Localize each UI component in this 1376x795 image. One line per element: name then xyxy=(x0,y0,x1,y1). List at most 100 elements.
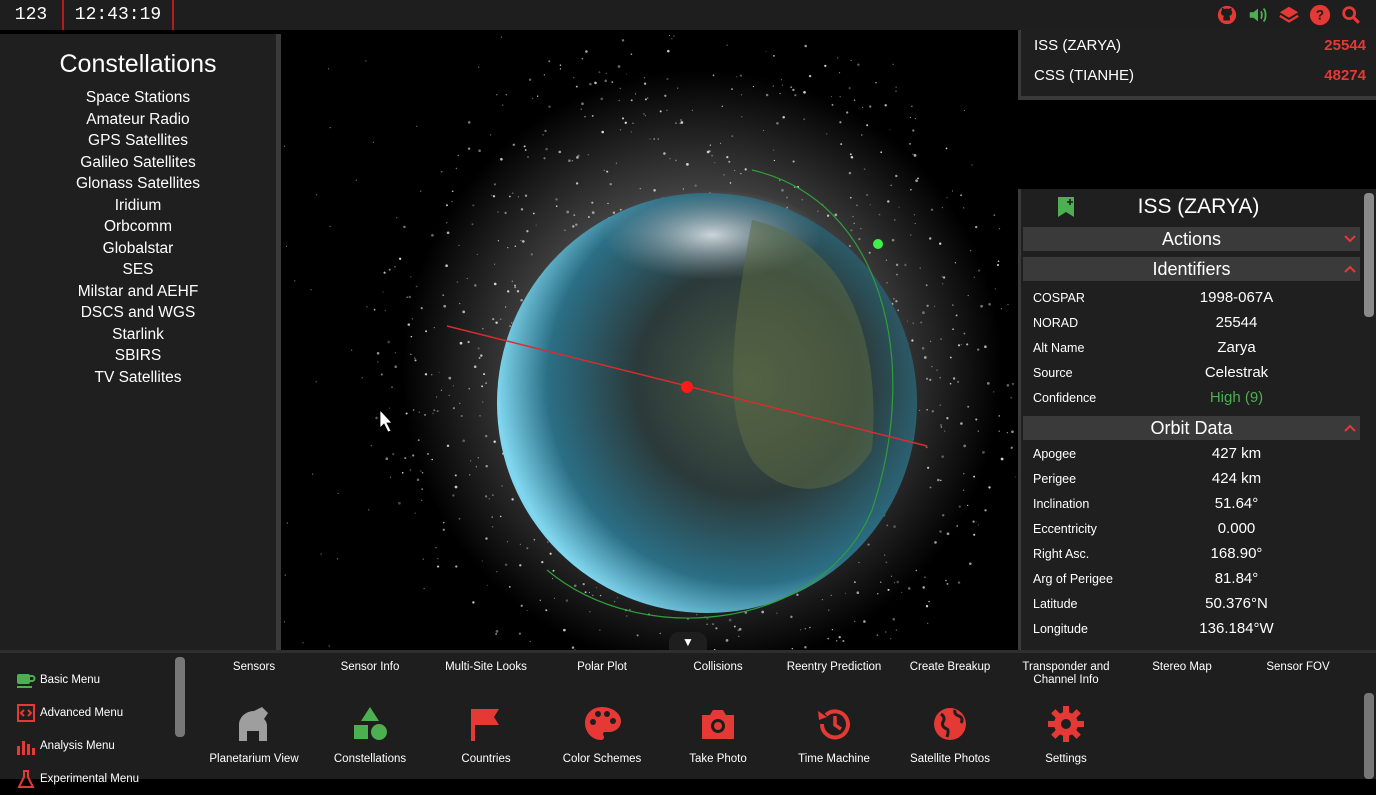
satellite-info-panel: ISS (ZARYA) Actions Identifiers COSPAR19… xyxy=(1018,189,1376,650)
list-item[interactable]: Space Stations xyxy=(0,87,276,109)
menu-tile-label[interactable]: Multi-Site Looks xyxy=(428,661,544,691)
time-machine-button[interactable]: Time Machine xyxy=(776,705,892,765)
planetarium-view-button[interactable]: Planetarium View xyxy=(196,705,312,765)
settings-button[interactable]: Settings xyxy=(1008,705,1124,765)
menu-tile-label[interactable]: Reentry Prediction xyxy=(776,661,892,691)
globe-viewport[interactable] xyxy=(282,30,1018,650)
field-label: Right Asc. xyxy=(1021,547,1153,561)
orbit-row: Apogee427 km xyxy=(1021,441,1360,466)
menu-tile-label[interactable]: Sensor FOV xyxy=(1240,661,1356,691)
list-item[interactable]: Amateur Radio xyxy=(0,109,276,131)
watchlist-row[interactable]: CSS (TIANHE) 48274 xyxy=(1021,60,1376,90)
globe-scene xyxy=(282,30,1018,650)
experimental-menu-item[interactable]: Experimental Menu xyxy=(0,763,186,795)
bottom-menu-toggle[interactable]: ▼ xyxy=(669,632,707,650)
list-item[interactable]: Glonass Satellites xyxy=(0,173,276,195)
list-item[interactable]: Milstar and AEHF xyxy=(0,281,276,303)
tile-label: Satellite Photos xyxy=(910,753,990,765)
confidence-value: High (9) xyxy=(1153,389,1360,406)
watchlist-panel: ISS (ZARYA) 25544 CSS (TIANHE) 48274 xyxy=(1018,30,1376,100)
field-value: 168.90° xyxy=(1153,545,1360,562)
tile-label: Color Schemes xyxy=(563,753,642,765)
identifier-row: Alt NameZarya xyxy=(1021,335,1360,360)
list-item[interactable]: SBIRS xyxy=(0,345,276,367)
constellation-list: Space Stations Amateur Radio GPS Satelli… xyxy=(0,87,276,388)
tile-label: Take Photo xyxy=(689,753,747,765)
field-label: Arg of Perigee xyxy=(1021,572,1153,586)
list-item[interactable]: GPS Satellites xyxy=(0,130,276,152)
list-item[interactable]: Orbcomm xyxy=(0,216,276,238)
iss-marker[interactable] xyxy=(681,381,693,393)
menu-tile-label[interactable]: Polar Plot xyxy=(544,661,660,691)
svg-text:?: ? xyxy=(1316,8,1324,23)
flag-icon xyxy=(467,705,505,743)
field-label: Alt Name xyxy=(1021,341,1153,355)
countries-button[interactable]: Countries xyxy=(428,705,544,765)
orbit-section-header[interactable]: Orbit Data xyxy=(1023,416,1360,440)
menu-tile-label[interactable]: Create Breakup xyxy=(892,661,1008,691)
field-label: NORAD xyxy=(1021,316,1153,330)
chevron-up-icon xyxy=(1344,422,1356,434)
menu-tile-label[interactable]: Transponder and Channel Info xyxy=(1008,661,1124,691)
watchlist-id: 48274 xyxy=(1324,67,1366,84)
search-icon[interactable] xyxy=(1340,4,1362,26)
menu-tile-label[interactable]: Sensors xyxy=(196,661,312,691)
sound-icon[interactable] xyxy=(1247,4,1269,26)
orbit-row: Perigee424 km xyxy=(1021,466,1360,491)
menu-label: Advanced Menu xyxy=(40,707,123,719)
field-label: Perigee xyxy=(1021,472,1153,486)
identifiers-section-header[interactable]: Identifiers xyxy=(1023,257,1360,281)
top-icon-bar: ? xyxy=(1216,4,1362,26)
list-item[interactable]: TV Satellites xyxy=(0,367,276,389)
menu-scrollbar[interactable] xyxy=(1364,693,1374,779)
help-icon[interactable]: ? xyxy=(1309,4,1331,26)
bookmark-add-icon[interactable] xyxy=(1056,196,1076,218)
orbit-row: Longitude136.184°W xyxy=(1021,616,1360,641)
layers-icon[interactable] xyxy=(1278,4,1300,26)
orbit-row: Eccentricity0.000 xyxy=(1021,516,1360,541)
constellations-panel: Constellations Space Stations Amateur Ra… xyxy=(0,34,281,650)
menu-scrollbar[interactable] xyxy=(175,657,185,737)
satellite-marker[interactable] xyxy=(873,239,883,249)
github-icon[interactable] xyxy=(1216,4,1238,26)
actions-section-header[interactable]: Actions xyxy=(1023,227,1360,251)
menu-top-row: Sensors Sensor Info Multi-Site Looks Pol… xyxy=(196,661,1356,691)
watchlist-row[interactable]: ISS (ZARYA) 25544 xyxy=(1021,30,1376,60)
list-item[interactable]: Globalstar xyxy=(0,238,276,260)
field-value: 51.64° xyxy=(1153,495,1360,512)
field-label: COSPAR xyxy=(1021,291,1153,305)
list-item[interactable]: Galileo Satellites xyxy=(0,152,276,174)
basic-menu-item[interactable]: Basic Menu xyxy=(0,664,186,696)
flask-icon xyxy=(16,769,36,789)
orbit-row: Arg of Perigee81.84° xyxy=(1021,566,1360,591)
coffee-icon xyxy=(16,670,36,690)
field-value: 136.184°W xyxy=(1153,620,1360,637)
section-title: Actions xyxy=(1162,229,1221,249)
identifier-row: COSPAR1998-067A xyxy=(1021,285,1360,310)
field-label: Inclination xyxy=(1021,497,1153,511)
menu-category-list: Basic Menu Advanced Menu Analysis Menu E… xyxy=(0,653,186,779)
advanced-menu-item[interactable]: Advanced Menu xyxy=(0,697,186,729)
field-value: 1998-067A xyxy=(1153,289,1360,306)
section-title: Orbit Data xyxy=(1150,418,1232,438)
list-item[interactable]: SES xyxy=(0,259,276,281)
menu-tile-label[interactable]: Stereo Map xyxy=(1124,661,1240,691)
tile-label: Settings xyxy=(1045,753,1087,765)
sim-clock[interactable]: 12:43:19 xyxy=(64,0,174,30)
orbit-row: Inclination51.64° xyxy=(1021,491,1360,516)
take-photo-button[interactable]: Take Photo xyxy=(660,705,776,765)
list-item[interactable]: DSCS and WGS xyxy=(0,302,276,324)
menu-tile-label[interactable]: Collisions xyxy=(660,661,776,691)
satellite-name: ISS (ZARYA) xyxy=(1138,195,1260,218)
watchlist-name: CSS (TIANHE) xyxy=(1034,67,1134,84)
satellite-photos-button[interactable]: Satellite Photos xyxy=(892,705,1008,765)
bottom-menu: Basic Menu Advanced Menu Analysis Menu E… xyxy=(0,650,1376,779)
list-item[interactable]: Iridium xyxy=(0,195,276,217)
menu-label: Analysis Menu xyxy=(40,740,115,752)
analysis-menu-item[interactable]: Analysis Menu xyxy=(0,730,186,762)
menu-tile-label[interactable]: Sensor Info xyxy=(312,661,428,691)
list-item[interactable]: Starlink xyxy=(0,324,276,346)
constellations-button[interactable]: Constellations xyxy=(312,705,428,765)
color-schemes-button[interactable]: Color Schemes xyxy=(544,705,660,765)
bar-chart-icon xyxy=(16,736,36,756)
